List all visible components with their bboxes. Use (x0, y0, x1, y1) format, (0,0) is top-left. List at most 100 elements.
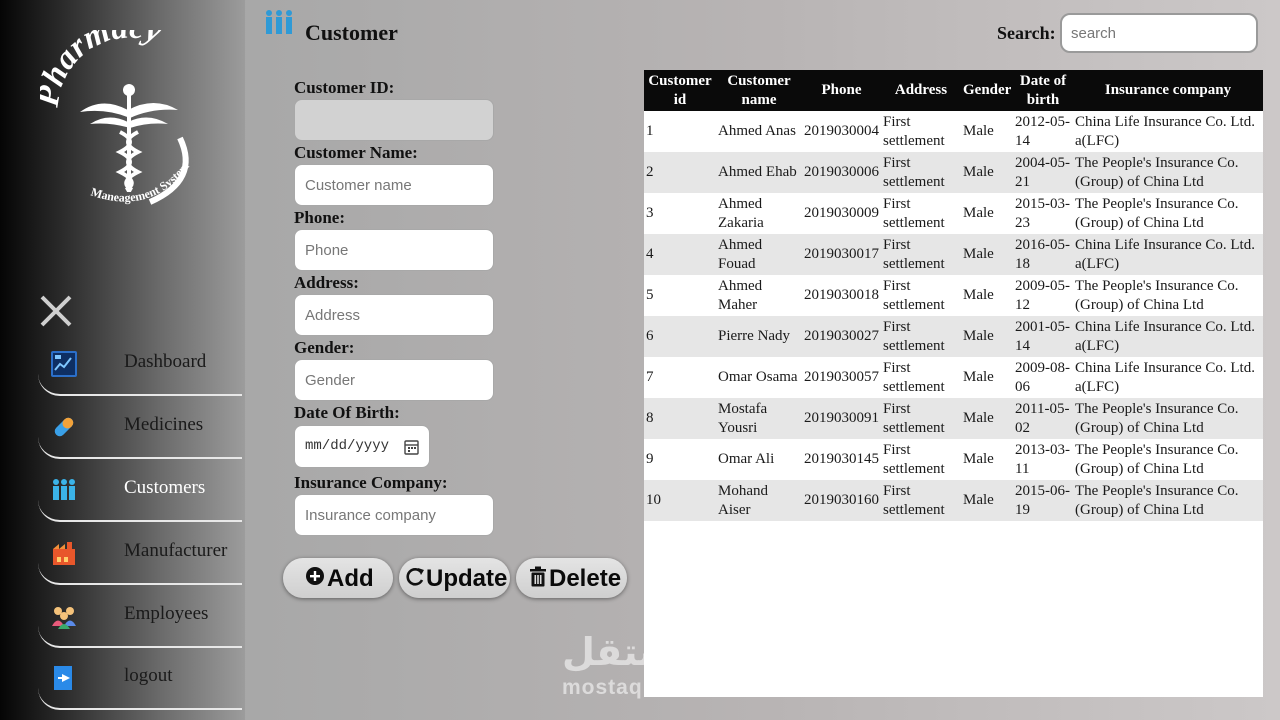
calendar-icon[interactable] (404, 439, 419, 455)
delete-button[interactable]: Delete (516, 558, 627, 598)
table-cell: 1 (644, 111, 716, 152)
table-cell: 2013-03-11 (1013, 439, 1073, 480)
sidebar-item-customers[interactable]: Customers (38, 464, 242, 522)
table-row[interactable]: 1 Ahmed Anas 2019030004 First settlement Mal… (644, 111, 1263, 152)
table-cell: Male (961, 152, 1013, 193)
column-header[interactable]: Customer id (644, 70, 716, 111)
search-label: Search: (997, 23, 1056, 43)
svg-text:Pharmacy: Pharmacy (40, 30, 166, 110)
column-header[interactable]: Address (881, 70, 961, 111)
sidebar-item-dashboard[interactable]: Dashboard (38, 338, 242, 396)
pharmacy-logo: Pharmacy Maneagement System (40, 30, 192, 205)
delete-button-label: Delete (549, 565, 622, 592)
add-button-label: Add (327, 565, 374, 592)
sidebar-item-employees[interactable]: Employees (38, 590, 242, 648)
table-row[interactable]: 7 Omar Osama 2019030057 First settlement Mal… (644, 357, 1263, 398)
table-row[interactable]: 5 Ahmed Maher 2019030018 First settlement Ma… (644, 275, 1263, 316)
table-cell: Omar Osama (716, 357, 802, 398)
table-cell: 2015-06-19 (1013, 480, 1073, 521)
dashboard-icon (51, 351, 77, 377)
table-cell: China Life Insurance Co. Ltd. a(LFC) (1073, 234, 1263, 275)
table-cell: First settlement (881, 152, 961, 193)
insurance-label: Insurance Company: (294, 473, 448, 492)
table-cell: The People's Insurance Co. (Group) of Ch… (1073, 193, 1263, 234)
dob-placeholder: mm/dd/yyyy (305, 438, 390, 454)
table-cell: 2009-05-12 (1013, 275, 1073, 316)
table-cell: 4 (644, 234, 716, 275)
gender-field[interactable] (294, 359, 494, 401)
sidebar-item-label: Medicines (124, 414, 204, 435)
table-cell: Male (961, 357, 1013, 398)
plus-circle-icon (306, 567, 324, 585)
customers-icon (53, 479, 75, 500)
table-cell: The People's Insurance Co. (Group) of Ch… (1073, 275, 1263, 316)
table-cell: Male (961, 234, 1013, 275)
table-cell: China Life Insurance Co. Ltd. a(LFC) (1073, 111, 1263, 152)
sidebar-item-label: Customers (124, 477, 206, 498)
table-cell: First settlement (881, 275, 961, 316)
search-input[interactable] (1060, 13, 1258, 53)
table-row[interactable]: 6 Pierre Nady 2019030027 First settlement Ma… (644, 316, 1263, 357)
table-cell: 2011-05-02 (1013, 398, 1073, 439)
table-cell: 2019030017 (802, 234, 881, 275)
table-cell: First settlement (881, 480, 961, 521)
column-header[interactable]: Phone (802, 70, 881, 111)
table-cell: Mohand Aiser (716, 480, 802, 521)
gender-label: Gender: (294, 338, 355, 357)
table-cell: The People's Insurance Co. (Group) of Ch… (1073, 480, 1263, 521)
customers-table: Customer id Customer name Phone Address … (644, 70, 1263, 521)
sidebar-item-label: Manufacturer (124, 540, 228, 561)
update-button[interactable]: Update (399, 558, 510, 598)
table-cell: Ahmed Zakaria (716, 193, 802, 234)
table-cell: Male (961, 398, 1013, 439)
table-cell: Ahmed Fouad (716, 234, 802, 275)
column-header[interactable]: Insurance company (1073, 70, 1263, 111)
column-header[interactable]: Gender (961, 70, 1013, 111)
table-row[interactable]: 10 Mohand Aiser 2019030160 First settlement… (644, 480, 1263, 521)
table-cell: 2004-05-21 (1013, 152, 1073, 193)
page-title: Customer (305, 20, 398, 45)
column-header[interactable]: Date of birth (1013, 70, 1073, 111)
employees-icon (52, 607, 76, 629)
close-icon[interactable] (38, 293, 74, 329)
sidebar-item-label: logout (124, 665, 173, 686)
sidebar-item-medicines[interactable]: Medicines (38, 401, 242, 459)
table-cell: First settlement (881, 316, 961, 357)
table-cell: Ahmed Maher (716, 275, 802, 316)
table-cell: Male (961, 111, 1013, 152)
table-cell: 7 (644, 357, 716, 398)
watermark-arabic: مستقل (562, 630, 701, 674)
customer-name-field[interactable] (294, 164, 494, 206)
phone-field[interactable] (294, 229, 494, 271)
table-row[interactable]: 4 Ahmed Fouad 2019030017 First settlement Ma… (644, 234, 1263, 275)
table-cell: 6 (644, 316, 716, 357)
update-button-label: Update (426, 565, 508, 592)
table-cell: 2019030091 (802, 398, 881, 439)
table-row[interactable]: 8 Mostafa Yousri 2019030091 First settlemen… (644, 398, 1263, 439)
column-header[interactable]: Customer name (716, 70, 802, 111)
table-cell: 3 (644, 193, 716, 234)
table-cell: Pierre Nady (716, 316, 802, 357)
table-cell: Male (961, 275, 1013, 316)
table-row[interactable]: 9 Omar Ali 2019030145 First settlement Male 2… (644, 439, 1263, 480)
table-cell: 2 (644, 152, 716, 193)
table-cell: 2019030009 (802, 193, 881, 234)
pill-icon (54, 417, 74, 437)
dob-field[interactable]: mm/dd/yyyy (294, 425, 430, 468)
refresh-icon (406, 567, 424, 586)
add-button[interactable]: Add (283, 558, 393, 598)
table-cell: 10 (644, 480, 716, 521)
table-cell: Male (961, 480, 1013, 521)
customer-id-field[interactable] (294, 99, 494, 141)
table-cell: First settlement (881, 439, 961, 480)
insurance-field[interactable] (294, 494, 494, 536)
sidebar-item-logout[interactable]: logout (38, 652, 242, 710)
table-row[interactable]: 2 Ahmed Ehab 2019030006 First settlement Mal… (644, 152, 1263, 193)
address-field[interactable] (294, 294, 494, 336)
table-cell: First settlement (881, 193, 961, 234)
sidebar-item-manufacturer[interactable]: Manufacturer (38, 527, 242, 585)
table-cell: First settlement (881, 398, 961, 439)
watermark-latin: mostaql.com (562, 676, 703, 699)
logout-icon (54, 666, 72, 690)
table-row[interactable]: 3 Ahmed Zakaria 2019030009 First settlement… (644, 193, 1263, 234)
